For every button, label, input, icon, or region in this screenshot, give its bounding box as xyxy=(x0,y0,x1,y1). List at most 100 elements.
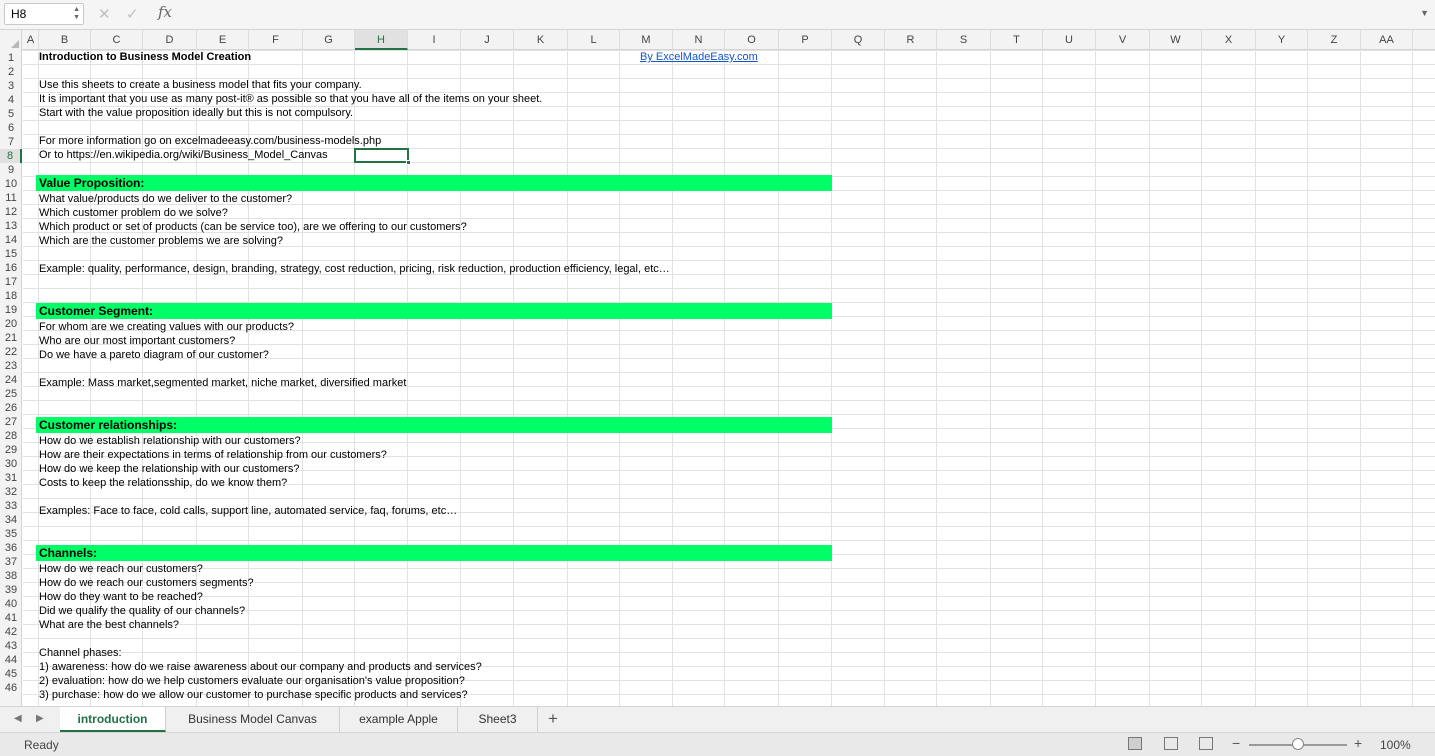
question-line[interactable]: What are the best channels? xyxy=(39,618,179,632)
row-header-31[interactable]: 31 xyxy=(0,471,22,485)
column-header-aa[interactable]: AA xyxy=(1361,30,1413,50)
example-line[interactable]: Example: Mass market,segmented market, n… xyxy=(39,376,406,390)
row-header-42[interactable]: 42 xyxy=(0,625,22,639)
row-header-19[interactable]: 19 xyxy=(0,303,22,317)
row-header-10[interactable]: 10 xyxy=(0,177,22,191)
question-line[interactable]: How are their expectations in terms of r… xyxy=(39,448,387,462)
row-header-36[interactable]: 36 xyxy=(0,541,22,555)
row-header-45[interactable]: 45 xyxy=(0,667,22,681)
zoom-out-minus-icon[interactable]: − xyxy=(1232,735,1240,751)
tab-sheet3[interactable]: Sheet3 xyxy=(458,707,538,732)
column-header-f[interactable]: F xyxy=(249,30,303,50)
row-header-38[interactable]: 38 xyxy=(0,569,22,583)
insert-function-icon[interactable]: fx xyxy=(158,3,172,21)
row-header-5[interactable]: 5 xyxy=(0,107,22,121)
page-break-view-icon[interactable] xyxy=(1199,737,1213,750)
name-box-spinner-icon[interactable]: ▲ ▼ xyxy=(73,6,80,22)
question-line[interactable]: Do we have a pareto diagram of our custo… xyxy=(39,348,269,362)
column-header-j[interactable]: J xyxy=(461,30,514,50)
tab-business-model-canvas[interactable]: Business Model Canvas xyxy=(166,707,340,732)
row-header-13[interactable]: 13 xyxy=(0,219,22,233)
question-line[interactable]: For whom are we creating values with our… xyxy=(39,320,294,334)
row-header-24[interactable]: 24 xyxy=(0,373,22,387)
row-header-33[interactable]: 33 xyxy=(0,499,22,513)
formula-input[interactable] xyxy=(182,3,1415,25)
row-header-37[interactable]: 37 xyxy=(0,555,22,569)
tab-example-apple[interactable]: example Apple xyxy=(340,707,458,732)
selected-cell-h8[interactable] xyxy=(354,148,411,165)
section-header[interactable]: Customer Segment: xyxy=(39,303,153,319)
column-header-d[interactable]: D xyxy=(143,30,197,50)
intro-line[interactable]: For more information go on excelmadeeasy… xyxy=(39,134,381,148)
column-header-t[interactable]: T xyxy=(991,30,1043,50)
question-line[interactable]: How do we reach our customers segments? xyxy=(39,576,254,590)
fill-handle[interactable] xyxy=(406,160,411,165)
row-header-35[interactable]: 35 xyxy=(0,527,22,541)
question-line[interactable]: How do they want to be reached? xyxy=(39,590,203,604)
column-header-s[interactable]: S xyxy=(937,30,991,50)
question-line[interactable]: How do we establish relationship with ou… xyxy=(39,434,301,448)
row-header-18[interactable]: 18 xyxy=(0,289,22,303)
row-header-27[interactable]: 27 xyxy=(0,415,22,429)
column-header-k[interactable]: K xyxy=(514,30,568,50)
question-line[interactable]: Did we qualify the quality of our channe… xyxy=(39,604,245,618)
section-header[interactable]: Channels: xyxy=(39,545,97,561)
row-header-2[interactable]: 2 xyxy=(0,65,22,79)
next-sheet-arrow-icon[interactable]: ▶ xyxy=(36,713,44,724)
column-header-z[interactable]: Z xyxy=(1308,30,1361,50)
row-header-16[interactable]: 16 xyxy=(0,261,22,275)
channel-phase-line[interactable]: 1) awareness: how do we raise awareness … xyxy=(39,660,482,674)
row-header-34[interactable]: 34 xyxy=(0,513,22,527)
column-header-b[interactable]: B xyxy=(39,30,91,50)
question-line[interactable]: Which customer problem do we solve? xyxy=(39,206,228,220)
column-header-n[interactable]: N xyxy=(673,30,725,50)
intro-line[interactable]: Use this sheets to create a business mod… xyxy=(39,78,362,92)
row-header-3[interactable]: 3 xyxy=(0,79,22,93)
column-header-o[interactable]: O xyxy=(725,30,779,50)
channel-phases-label[interactable]: Channel phases: xyxy=(39,646,122,660)
column-header-l[interactable]: L xyxy=(568,30,620,50)
row-header-22[interactable]: 22 xyxy=(0,345,22,359)
name-box[interactable]: H8 ▲ ▼ xyxy=(4,3,84,25)
row-header-41[interactable]: 41 xyxy=(0,611,22,625)
cell-area[interactable]: Introduction to Business Model Creation … xyxy=(23,50,1435,706)
sheet-title[interactable]: Introduction to Business Model Creation xyxy=(39,50,251,64)
column-header-x[interactable]: X xyxy=(1202,30,1256,50)
column-header-m[interactable]: M xyxy=(620,30,673,50)
row-header-23[interactable]: 23 xyxy=(0,359,22,373)
column-header-g[interactable]: G xyxy=(303,30,355,50)
row-header-8[interactable]: 8 xyxy=(0,149,22,163)
column-header-w[interactable]: W xyxy=(1150,30,1202,50)
row-header-46[interactable]: 46 xyxy=(0,681,22,695)
column-header-q[interactable]: Q xyxy=(832,30,885,50)
row-header-44[interactable]: 44 xyxy=(0,653,22,667)
column-header-p[interactable]: P xyxy=(779,30,832,50)
row-header-25[interactable]: 25 xyxy=(0,387,22,401)
column-header-y[interactable]: Y xyxy=(1256,30,1308,50)
intro-line[interactable]: It is important that you use as many pos… xyxy=(39,92,542,106)
section-header[interactable]: Customer relationships: xyxy=(39,417,177,433)
row-header-21[interactable]: 21 xyxy=(0,331,22,345)
column-header-a[interactable]: A xyxy=(23,30,39,50)
row-header-20[interactable]: 20 xyxy=(0,317,22,331)
add-sheet-plus-icon[interactable]: + xyxy=(548,709,558,729)
normal-view-icon[interactable] xyxy=(1128,737,1142,750)
row-header-30[interactable]: 30 xyxy=(0,457,22,471)
row-header-29[interactable]: 29 xyxy=(0,443,22,457)
column-header-u[interactable]: U xyxy=(1043,30,1096,50)
row-header-6[interactable]: 6 xyxy=(0,121,22,135)
channel-phase-line[interactable]: 3) purchase: how do we allow our custome… xyxy=(39,688,468,702)
intro-line[interactable]: Or to https://en.wikipedia.org/wiki/Busi… xyxy=(39,148,328,162)
question-line[interactable]: What value/products do we deliver to the… xyxy=(39,192,292,206)
row-header-11[interactable]: 11 xyxy=(0,191,22,205)
row-header-32[interactable]: 32 xyxy=(0,485,22,499)
row-header-15[interactable]: 15 xyxy=(0,247,22,261)
column-header-e[interactable]: E xyxy=(197,30,249,50)
question-line[interactable]: Who are our most important customers? xyxy=(39,334,235,348)
column-header-h[interactable]: H xyxy=(355,30,408,50)
row-header-9[interactable]: 9 xyxy=(0,163,22,177)
zoom-slider-thumb[interactable] xyxy=(1292,738,1304,750)
zoom-in-plus-icon[interactable]: + xyxy=(1354,735,1362,751)
tab-introduction[interactable]: introduction xyxy=(60,707,166,732)
cancel-x-icon[interactable]: ✕ xyxy=(98,5,111,23)
